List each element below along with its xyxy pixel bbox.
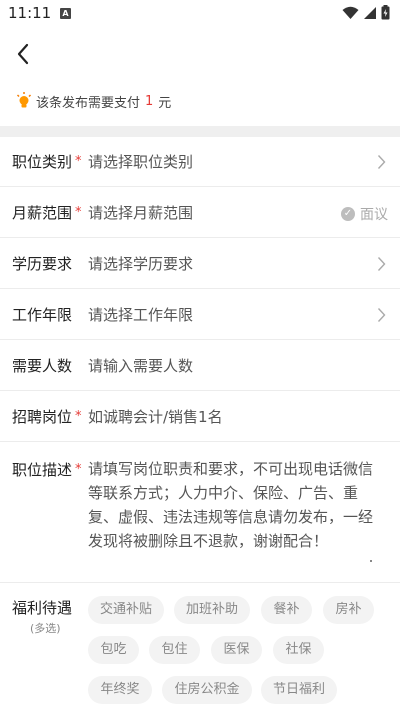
status-icons: [342, 5, 390, 20]
benefits-sub-label: (多选): [30, 622, 61, 635]
position-row: 招聘岗位 *: [0, 392, 400, 442]
chevron-left-icon: [17, 43, 29, 65]
status-bar: 11:11 A: [0, 0, 400, 28]
section-divider: [0, 126, 400, 137]
notification-app-icon: A: [60, 8, 71, 19]
notice-suffix: 元: [158, 95, 172, 111]
headcount-row: 需要人数: [0, 341, 400, 391]
headcount-label: 需要人数: [12, 357, 73, 375]
salary-label: 月薪范围 *: [0, 202, 88, 223]
job-category-label-text: 职位类别: [12, 153, 73, 171]
headcount-input[interactable]: [88, 356, 368, 375]
job-category-row[interactable]: 职位类别 * 请选择职位类别: [0, 137, 400, 187]
negotiable-label: 面议: [360, 207, 388, 223]
benefit-chip[interactable]: 包吃: [88, 636, 139, 664]
signal-icon: [364, 6, 376, 19]
chevron-right-icon: [377, 257, 386, 271]
back-button[interactable]: [10, 40, 36, 68]
required-mark: *: [75, 205, 82, 220]
description-row: 职位描述 * 请填写岗位职责和要求，不可出现电话微信等联系方式；人力中介、保险、广…: [0, 443, 400, 583]
payment-notice: 该条发布需要支付 1 元: [16, 90, 171, 112]
chevron-right-icon: [377, 155, 386, 169]
description-label-text: 职位描述: [12, 461, 73, 479]
required-mark: *: [75, 409, 82, 424]
benefit-chip[interactable]: 社保: [273, 636, 324, 664]
position-input[interactable]: [88, 407, 368, 426]
position-label: 招聘岗位 *: [0, 406, 88, 427]
job-category-label: 职位类别 *: [0, 151, 88, 172]
required-mark: *: [75, 462, 82, 477]
chevron-right-icon: [377, 308, 386, 322]
benefit-chip[interactable]: 餐补: [261, 596, 312, 624]
lightbulb-icon: [16, 92, 32, 108]
education-label: 学历要求: [12, 255, 73, 273]
notice-prefix: 该条发布需要支付: [36, 95, 141, 111]
description-label: 职位描述 *: [12, 459, 82, 480]
benefit-chip[interactable]: 包住: [149, 636, 200, 664]
salary-row[interactable]: 月薪范围 * 请选择月薪范围 ✓ 面议: [0, 188, 400, 238]
benefit-chip[interactable]: 房补: [323, 596, 374, 624]
salary-label-text: 月薪范围: [12, 204, 73, 222]
status-time: 11:11: [8, 4, 52, 22]
benefit-chip[interactable]: 交通补贴: [88, 596, 164, 624]
education-row[interactable]: 学历要求 请选择学历要求: [0, 239, 400, 289]
battery-icon: [381, 5, 390, 20]
benefits-label: 福利待遇: [12, 599, 73, 617]
description-textarea[interactable]: 请填写岗位职责和要求，不可出现电话微信等联系方式；人力中介、保险、广告、重复、虚…: [88, 457, 384, 553]
check-circle-icon: ✓: [341, 207, 355, 221]
resize-handle: [370, 560, 372, 562]
benefit-chip[interactable]: 加班补助: [174, 596, 250, 624]
required-mark: *: [75, 154, 82, 169]
benefit-chip[interactable]: 医保: [211, 636, 262, 664]
benefit-chip[interactable]: 节日福利: [261, 676, 337, 704]
experience-label: 工作年限: [12, 306, 73, 324]
position-label-text: 招聘岗位: [12, 408, 73, 426]
wifi-icon: [342, 6, 359, 19]
experience-value[interactable]: 请选择工作年限: [88, 304, 400, 325]
notice-amount: 1: [145, 93, 154, 109]
benefit-chip[interactable]: 住房公积金: [162, 676, 252, 704]
negotiable-toggle[interactable]: ✓ 面议: [341, 204, 388, 224]
experience-row[interactable]: 工作年限 请选择工作年限: [0, 290, 400, 340]
job-category-value[interactable]: 请选择职位类别: [88, 151, 400, 172]
benefit-chip[interactable]: 年终奖: [88, 676, 152, 704]
education-value[interactable]: 请选择学历要求: [88, 253, 400, 274]
